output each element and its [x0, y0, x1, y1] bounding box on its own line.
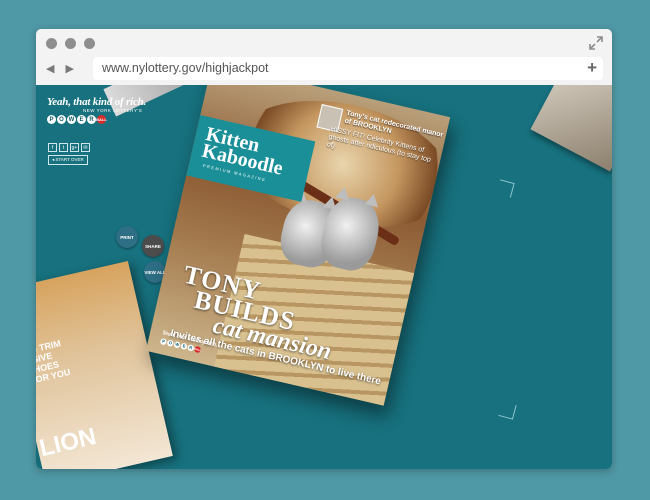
powerball-ball: BALL: [96, 115, 107, 124]
powerball-letter: R: [87, 115, 96, 124]
print-button[interactable]: PRINT: [116, 226, 138, 248]
powerball-letter: O: [57, 115, 66, 124]
magazine-top-right[interactable]: [530, 85, 612, 172]
new-tab-button[interactable]: +: [587, 56, 597, 79]
magazine-left[interactable]: OU TRIM NSIVE SHOES FOR YOU LION: [36, 260, 173, 469]
forward-button[interactable]: ▶: [65, 62, 73, 75]
powerball-letter: P: [47, 115, 56, 124]
expand-icon[interactable]: [589, 36, 603, 50]
powerball-letter: W: [67, 115, 76, 124]
facebook-icon[interactable]: f: [48, 143, 57, 152]
maximize-dot[interactable]: [84, 38, 95, 49]
nav-buttons: ◀ ▶: [46, 62, 74, 75]
start-over-button[interactable]: ◂ START OVER: [48, 155, 88, 165]
corner-bracket: [496, 179, 515, 198]
window-controls: [46, 38, 95, 49]
back-button[interactable]: ◀: [46, 62, 54, 75]
brand-tagline: Yeah, that kind of rich.: [47, 96, 147, 108]
magazine-cover[interactable]: Kitten Kaboodle PREMIUM MAGAZINE Tony's …: [145, 85, 451, 406]
minimize-dot[interactable]: [65, 38, 76, 49]
left-magazine-big-text: LION: [36, 422, 99, 463]
address-bar[interactable]: www.nylottery.gov/highjackpot +: [93, 57, 603, 80]
url-text: www.nylottery.gov/highjackpot: [102, 61, 269, 75]
powerball-logo: P O W E R BALL: [47, 115, 146, 124]
page-viewport: Yeah, that kind of rich. NEW YORK LOTTER…: [36, 85, 612, 469]
browser-window: ◀ ▶ www.nylottery.gov/highjackpot + Yeah…: [36, 29, 612, 469]
brand-logo[interactable]: Yeah, that kind of rich. NEW YORK LOTTER…: [47, 96, 146, 124]
email-icon[interactable]: ✉: [81, 143, 90, 152]
googleplus-icon[interactable]: g+: [70, 143, 79, 152]
twitter-icon[interactable]: t: [59, 143, 68, 152]
corner-bracket: [498, 401, 517, 420]
powerball-letter: E: [77, 115, 86, 124]
brand-subline: NEW YORK LOTTERY'S: [83, 108, 143, 113]
share-button[interactable]: SHARE: [142, 235, 164, 257]
social-links: f t g+ ✉: [48, 143, 90, 152]
left-magazine-text: OU TRIM NSIVE SHOES FOR YOU: [36, 338, 72, 386]
close-dot[interactable]: [46, 38, 57, 49]
